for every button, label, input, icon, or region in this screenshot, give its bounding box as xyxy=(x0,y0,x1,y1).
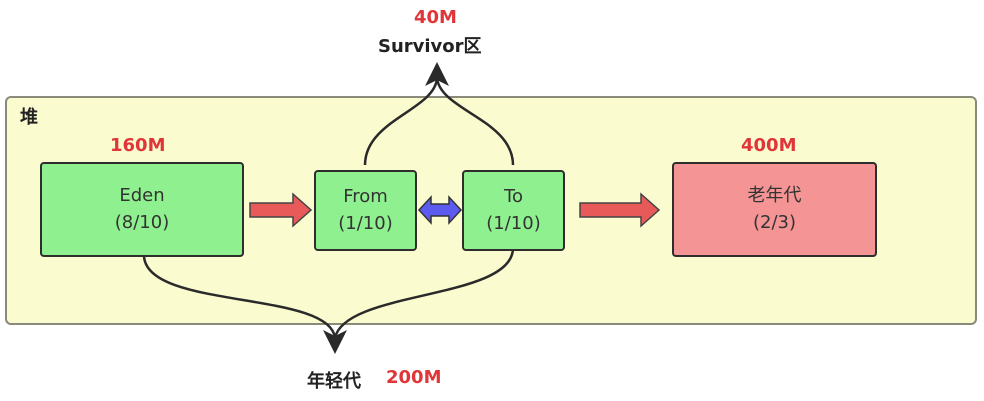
young-gen-label: 年轻代 xyxy=(307,371,361,392)
eden-name: Eden xyxy=(119,185,165,207)
old-gen-box: 老年代 (2/3) xyxy=(672,162,877,257)
to-ratio: (1/10) xyxy=(486,212,541,234)
from-ratio: (1/10) xyxy=(338,212,393,234)
from-name: From xyxy=(343,186,388,208)
eden-to-from-arrow xyxy=(249,192,313,228)
from-to-survivor-curve xyxy=(363,77,439,166)
old-gen-name: 老年代 xyxy=(747,185,802,207)
to-box: To (1/10) xyxy=(462,170,565,251)
from-box: From (1/10) xyxy=(314,170,417,251)
to-to-old-arrow xyxy=(579,192,661,228)
eden-ratio: (8/10) xyxy=(114,211,170,233)
from-to-double-arrow xyxy=(417,195,463,225)
to-to-survivor-curve xyxy=(435,77,515,166)
eden-box: Eden (8/10) xyxy=(40,162,244,257)
to-to-young-curve xyxy=(333,247,515,339)
old-gen-ratio: (2/3) xyxy=(752,211,796,233)
young-gen-size: 200M xyxy=(386,367,442,388)
eden-to-young-curve xyxy=(142,254,337,339)
to-name: To xyxy=(504,186,523,208)
